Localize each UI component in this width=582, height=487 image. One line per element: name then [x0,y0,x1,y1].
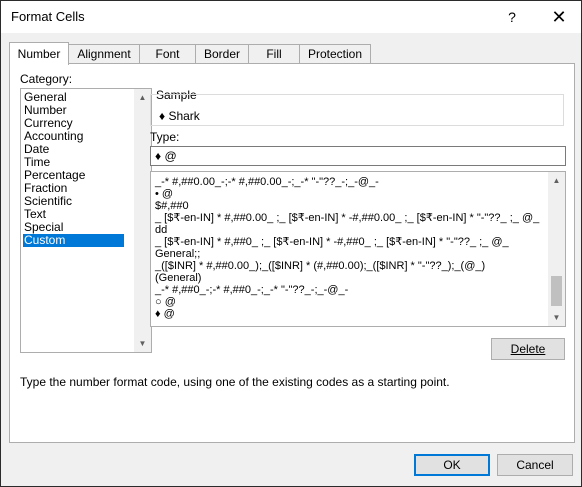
tab-number[interactable]: Number [9,42,69,65]
ok-button[interactable]: OK [414,454,490,476]
number-tab-panel: Category: General Number Currency Accoun… [9,63,575,443]
scroll-thumb[interactable] [551,276,562,306]
type-input[interactable]: ♦ @ [150,146,566,166]
list-item[interactable]: • @ [155,188,173,200]
help-button[interactable]: ? [495,1,529,33]
type-label: Type: [150,130,180,144]
tab-font[interactable]: Font [139,44,196,64]
list-item[interactable]: ○ @ [155,296,176,308]
list-item[interactable]: $#,##0 [155,200,189,212]
list-item[interactable]: (General) [155,272,201,284]
format-list-scrollbar[interactable]: ▲ ▼ [548,172,565,326]
sample-box: ♦ Shark [150,94,564,126]
category-item-custom[interactable]: Custom [23,234,124,247]
title-bar: Format Cells ? ✕ [1,1,581,33]
scroll-up-icon[interactable]: ▲ [548,172,565,189]
format-code-list[interactable]: _-* #,##0.00_-;-* #,##0.00_-;_-* "-"??_-… [150,171,566,327]
category-scrollbar[interactable]: ▲ ▼ [134,89,151,352]
sample-value: ♦ Shark [159,109,200,123]
delete-button-label: Delete [510,342,546,356]
tab-border[interactable]: Border [195,44,249,64]
list-item[interactable]: _([$INR] * #,##0.00_);_([$INR] * (#,##0.… [155,260,485,272]
tab-protection[interactable]: Protection [299,44,371,64]
cancel-button[interactable]: Cancel [497,454,573,476]
hint-text: Type the number format code, using one o… [20,375,450,389]
tab-alignment[interactable]: Alignment [68,44,140,64]
list-item[interactable]: _-* #,##0_-;-* #,##0_-;_-* "-"??_-;_-@_- [155,284,348,296]
tab-fill[interactable]: Fill [248,44,300,64]
category-list[interactable]: General Number Currency Accounting Date … [20,88,152,353]
delete-button[interactable]: Delete [491,338,565,360]
dialog-title: Format Cells [11,9,85,24]
list-item[interactable]: _-* #,##0.00_-;-* #,##0.00_-;_-* "-"??_-… [155,176,379,188]
list-item[interactable]: ♦ @ [155,308,175,320]
list-item[interactable]: General;; [155,248,200,260]
format-cells-dialog: Format Cells ? ✕ Number Alignment Font B… [0,0,582,487]
scroll-down-icon[interactable]: ▼ [548,309,565,326]
close-button[interactable]: ✕ [537,1,581,33]
list-item[interactable]: _ [$₹-en-IN] * #,##0_ ;_ [$₹-en-IN] * -#… [155,236,509,248]
list-item[interactable]: _ [$₹-en-IN] * #,##0.00_ ;_ [$₹-en-IN] *… [155,212,539,224]
scroll-down-icon[interactable]: ▼ [134,335,151,352]
list-item[interactable]: dd [155,224,167,236]
scroll-up-icon[interactable]: ▲ [134,89,151,106]
category-label: Category: [20,72,73,86]
